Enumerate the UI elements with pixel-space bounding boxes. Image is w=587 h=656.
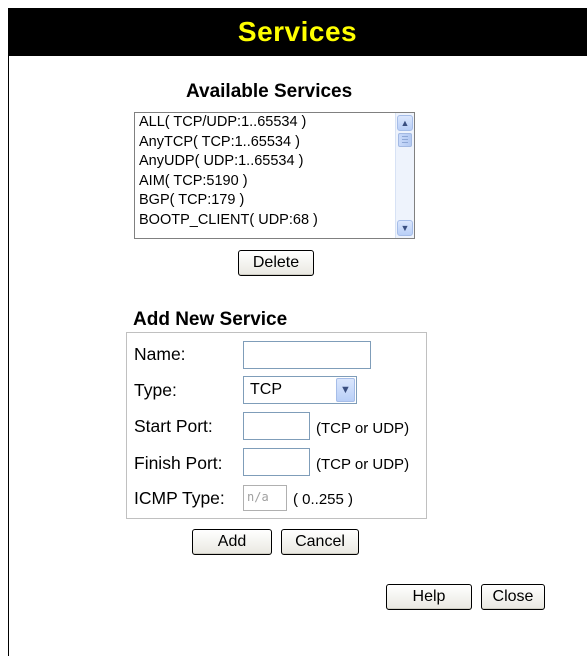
finish-port-note: (TCP or UDP): [316, 456, 410, 473]
scroll-down-arrow-icon[interactable]: ▼: [397, 220, 413, 236]
services-listbox[interactable]: ALL( TCP/UDP:1..65534 ) AnyTCP( TCP:1..6…: [134, 112, 415, 239]
add-button[interactable]: Add: [192, 529, 272, 555]
scroll-thumb[interactable]: [398, 133, 412, 147]
icmp-type-label: ICMP Type:: [134, 488, 225, 508]
help-button[interactable]: Help: [386, 584, 472, 610]
type-label: Type:: [134, 380, 177, 400]
icmp-type-note: ( 0..255 ): [293, 491, 354, 508]
cancel-button[interactable]: Cancel: [281, 529, 359, 555]
finish-port-label: Finish Port:: [134, 453, 223, 473]
list-item[interactable]: ALL( TCP/UDP:1..65534 ): [135, 113, 395, 133]
list-item[interactable]: AIM( TCP:5190 ): [135, 172, 395, 192]
list-item[interactable]: AnyTCP( TCP:1..65534 ): [135, 133, 395, 153]
start-port-label: Start Port:: [134, 416, 213, 436]
title-bar: Services: [8, 8, 587, 56]
available-services-heading: Available Services: [186, 81, 353, 102]
list-item[interactable]: BOOTP_CLIENT( UDP:68 ): [135, 211, 395, 231]
chevron-down-icon[interactable]: ▼: [336, 378, 355, 402]
type-select[interactable]: TCP ▼: [243, 376, 357, 404]
name-field[interactable]: [243, 341, 371, 369]
icmp-type-value: n/a: [247, 490, 269, 504]
list-item[interactable]: BGP( TCP:179 ): [135, 191, 395, 211]
list-item[interactable]: AnyUDP( UDP:1..65534 ): [135, 152, 395, 172]
close-button[interactable]: Close: [481, 584, 545, 610]
start-port-field[interactable]: [243, 412, 310, 440]
type-selected-value: TCP: [250, 381, 282, 398]
name-label: Name:: [134, 344, 186, 364]
delete-button[interactable]: Delete: [238, 250, 314, 276]
icmp-type-field: n/a: [243, 485, 287, 511]
add-new-service-heading: Add New Service: [133, 309, 288, 330]
list-scrollbar[interactable]: ▲ ▼: [395, 113, 414, 238]
finish-port-field[interactable]: [243, 448, 310, 476]
page-title: Services: [237, 16, 358, 47]
start-port-note: (TCP or UDP): [316, 420, 410, 437]
scroll-up-arrow-icon[interactable]: ▲: [397, 115, 413, 131]
